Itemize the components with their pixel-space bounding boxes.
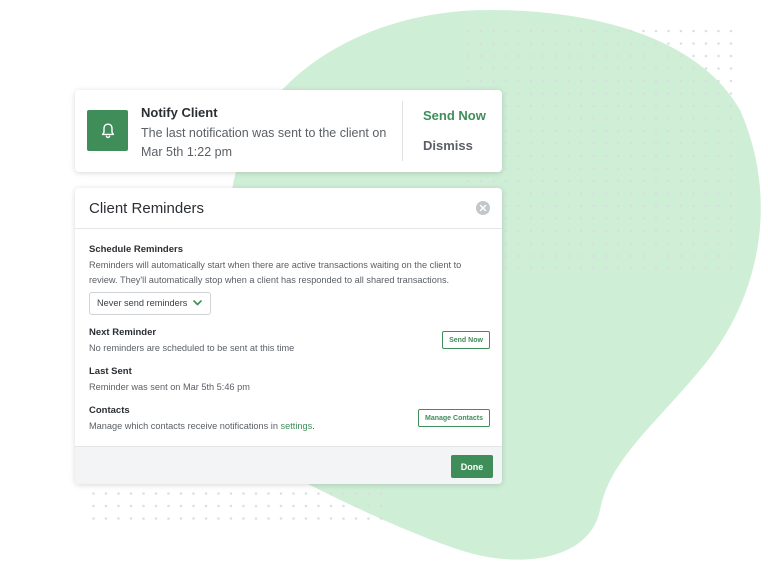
close-icon[interactable] — [476, 201, 490, 215]
manage-contacts-button[interactable]: Manage Contacts — [418, 409, 490, 427]
done-button[interactable]: Done — [451, 455, 493, 478]
next-reminder-heading: Next Reminder — [89, 327, 157, 338]
dot-grid-bottom-left — [85, 480, 385, 525]
dot-grid-top-right — [460, 30, 740, 270]
dismiss-link[interactable]: Dismiss — [423, 138, 473, 153]
notify-title: Notify Client — [141, 105, 218, 120]
contacts-text-before: Manage which contacts receive notificati… — [89, 421, 281, 431]
modal-title: Client Reminders — [89, 200, 205, 217]
contacts-text-after: . — [312, 421, 315, 431]
select-value: Never send reminders — [97, 298, 188, 308]
schedule-reminders-text: Reminders will automatically start when … — [89, 260, 462, 285]
contacts-text: Manage which contacts receive notificati… — [89, 419, 315, 434]
send-now-link[interactable]: Send Now — [423, 108, 486, 123]
notify-client-card: Notify Client The last notification was … — [75, 90, 502, 172]
last-sent-heading: Last Sent — [89, 366, 132, 377]
last-sent-text: Reminder was sent on Mar 5th 5:46 pm — [89, 382, 250, 392]
contacts-heading: Contacts — [89, 405, 130, 416]
chevron-down-icon — [193, 300, 202, 306]
bell-icon — [87, 110, 128, 151]
send-now-button[interactable]: Send Now — [442, 331, 490, 349]
modal-header: Client Reminders — [75, 188, 502, 229]
reminder-frequency-select[interactable]: Never send reminders — [89, 292, 211, 315]
notify-message: The last notification was sent to the cl… — [141, 126, 387, 159]
client-reminders-modal: Client Reminders Schedule Reminders Remi… — [75, 188, 502, 484]
notify-divider — [402, 101, 403, 161]
modal-footer: Done — [75, 446, 502, 484]
next-reminder-text: No reminders are scheduled to be sent at… — [89, 343, 295, 353]
settings-link[interactable]: settings — [281, 421, 313, 431]
schedule-reminders-heading: Schedule Reminders — [89, 244, 183, 255]
